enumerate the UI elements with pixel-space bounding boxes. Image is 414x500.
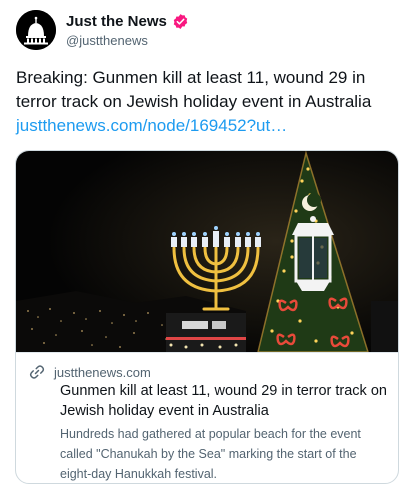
tweet-link[interactable]: justthenews.com/node/169452?ut… <box>16 116 287 135</box>
card-body[interactable]: justthenews.com Gunmen kill at least 11,… <box>16 352 398 483</box>
card-domain: justthenews.com <box>54 364 151 380</box>
tweet-header: Just the News @justthenews <box>16 10 398 54</box>
tweet-body: Breaking: Gunmen kill at least 11, wound… <box>16 68 372 111</box>
domain-row: justthenews.com <box>28 363 151 381</box>
capitol-dome-logo-icon <box>16 10 56 50</box>
avatar[interactable] <box>16 10 56 50</box>
card-description: Hundreds had gathered at popular beach f… <box>60 427 361 481</box>
handle[interactable]: @justthenews <box>66 33 148 48</box>
card-title: Gunmen kill at least 11, wound 29 in ter… <box>60 383 387 419</box>
hanukkah-menorah-and-christmas-tree-photo[interactable] <box>16 151 398 353</box>
name-row: Just the News <box>66 13 189 30</box>
display-name[interactable]: Just the News <box>66 13 167 30</box>
tweet-text: Breaking: Gunmen kill at least 11, wound… <box>16 66 396 138</box>
verified-badge-icon <box>172 13 189 30</box>
link-preview-card[interactable]: justthenews.com Gunmen kill at least 11,… <box>15 150 399 484</box>
link-icon <box>28 363 46 381</box>
